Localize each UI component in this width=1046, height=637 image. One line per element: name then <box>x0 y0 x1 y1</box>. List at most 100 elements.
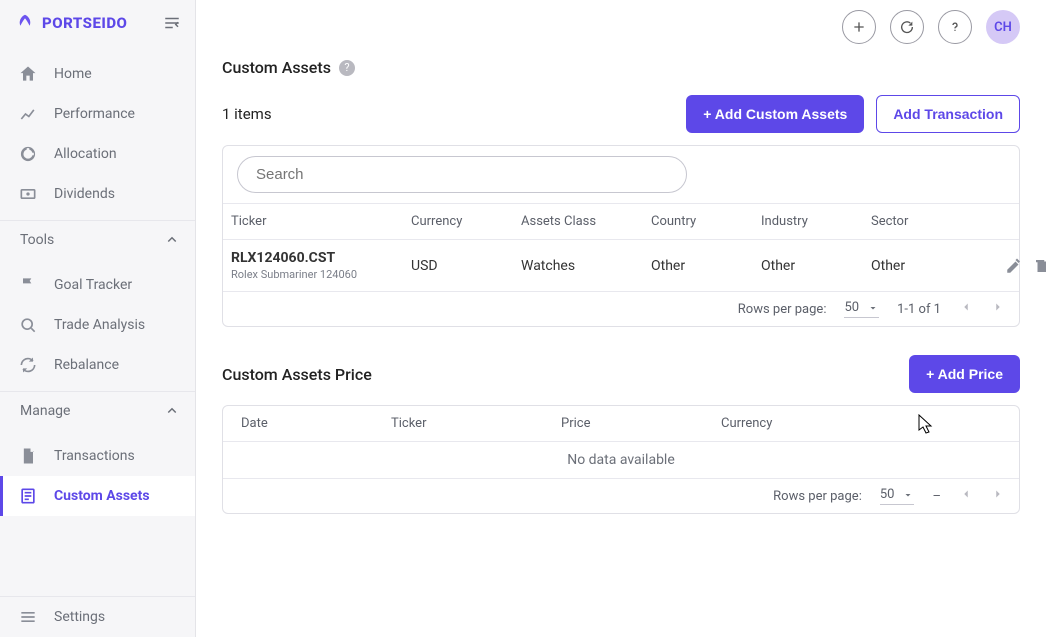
section-label: Tools <box>20 232 54 248</box>
brand-text: PORTSEIDO <box>42 14 127 32</box>
sidebar-item-allocation[interactable]: Allocation <box>0 134 195 174</box>
items-count: 1 items <box>222 105 272 123</box>
pager-next[interactable] <box>991 487 1005 505</box>
actions-row: 1 items + Add Custom Assets Add Transact… <box>222 95 1020 133</box>
chevron-down-icon <box>902 489 914 501</box>
pager-per-page[interactable]: 50 <box>880 487 915 505</box>
logo-icon <box>14 12 36 34</box>
cycle-icon <box>18 355 38 375</box>
help-icon <box>947 19 963 35</box>
row-class: Watches <box>521 258 651 274</box>
page-title-row: Custom Assets ? <box>222 58 1020 77</box>
col-currency: Currency <box>411 214 521 229</box>
sidebar-item-label: Transactions <box>54 448 135 464</box>
pager-label: Rows per page: <box>738 302 827 317</box>
sidebar-item-label: Dividends <box>54 186 115 202</box>
help-button[interactable] <box>938 10 972 44</box>
pager-next[interactable] <box>991 300 1005 318</box>
sidebar-item-label: Home <box>54 66 92 82</box>
add-button[interactable] <box>842 10 876 44</box>
col-sector: Sector <box>871 214 991 229</box>
menu-icon <box>18 607 38 627</box>
refresh-button[interactable] <box>890 10 924 44</box>
sidebar-item-transactions[interactable]: Transactions <box>0 436 195 476</box>
prices-pager: Rows per page: 50 – <box>223 479 1019 513</box>
chevron-down-icon <box>867 302 879 314</box>
sidebar-item-label: Trade Analysis <box>54 317 145 333</box>
sidebar-item-custom-assets[interactable]: Custom Assets <box>0 476 195 516</box>
row-sector: Other <box>871 258 991 274</box>
row-country: Other <box>651 258 761 274</box>
prices-header-row: Custom Assets Price + Add Price <box>222 355 1020 393</box>
main: CH Custom Assets ? 1 items + Add Custom … <box>196 0 1046 637</box>
row-ticker: RLX124060.CST <box>231 250 411 266</box>
logo[interactable]: PORTSEIDO <box>14 12 127 34</box>
row-industry: Other <box>761 258 871 274</box>
prices-title: Custom Assets Price <box>222 365 372 384</box>
chevron-up-icon <box>163 402 181 420</box>
sidebar-item-label: Goal Tracker <box>54 277 132 293</box>
col-ticker2: Ticker <box>391 416 561 431</box>
nav-manage: Transactions Custom Assets <box>0 430 195 522</box>
pager-prev[interactable] <box>959 300 973 318</box>
col-price: Price <box>561 416 721 431</box>
sidebar-item-rebalance[interactable]: Rebalance <box>0 345 195 385</box>
col-country: Country <box>651 214 761 229</box>
section-label: Manage <box>20 403 70 419</box>
nav-main: Home Performance Allocation Dividends <box>0 48 195 220</box>
col-currency2: Currency <box>721 416 971 431</box>
col-date: Date <box>241 416 391 431</box>
sidebar-item-label: Custom Assets <box>54 488 150 504</box>
sidebar-item-dividends[interactable]: Dividends <box>0 174 195 214</box>
sidebar-item-label: Settings <box>54 609 105 625</box>
table-row: RLX124060.CST Rolex Submariner 124060 US… <box>223 240 1019 292</box>
sidebar-item-label: Allocation <box>54 146 117 162</box>
sidebar-item-performance[interactable]: Performance <box>0 94 195 134</box>
assets-card: Ticker Currency Assets Class Country Ind… <box>222 145 1020 327</box>
page-title: Custom Assets <box>222 58 331 77</box>
add-transaction-button[interactable]: Add Transaction <box>876 95 1020 133</box>
doc-icon <box>18 446 38 466</box>
section-tools[interactable]: Tools <box>0 220 195 259</box>
donut-icon <box>18 144 38 164</box>
sidebar-item-goal-tracker[interactable]: Goal Tracker <box>0 265 195 305</box>
edit-icon[interactable] <box>1005 257 1023 275</box>
nav-tools: Goal Tracker Trade Analysis Rebalance <box>0 259 195 391</box>
pager-per-page[interactable]: 50 <box>844 300 879 318</box>
chart-icon <box>18 104 38 124</box>
row-sub: Rolex Submariner 124060 <box>231 268 411 281</box>
menu-toggle-icon[interactable] <box>163 14 181 32</box>
prices-card: Date Ticker Price Currency No data avail… <box>222 405 1020 514</box>
col-ticker: Ticker <box>231 214 411 229</box>
sidebar-item-label: Rebalance <box>54 357 119 373</box>
section-manage[interactable]: Manage <box>0 391 195 430</box>
add-custom-assets-button[interactable]: + Add Custom Assets <box>686 95 864 133</box>
pager-range: – <box>932 489 941 504</box>
col-industry: Industry <box>761 214 871 229</box>
add-price-button[interactable]: + Add Price <box>909 355 1020 393</box>
sidebar-header: PORTSEIDO <box>0 0 195 48</box>
delete-icon[interactable] <box>1033 257 1046 275</box>
avatar[interactable]: CH <box>986 10 1020 44</box>
search-input[interactable] <box>237 156 687 193</box>
sidebar-item-label: Performance <box>54 106 135 122</box>
pager-prev[interactable] <box>959 487 973 505</box>
home-icon <box>18 64 38 84</box>
prices-empty: No data available <box>223 442 1019 479</box>
col-class: Assets Class <box>521 214 651 229</box>
assets-table-header: Ticker Currency Assets Class Country Ind… <box>223 203 1019 240</box>
sidebar-item-home[interactable]: Home <box>0 54 195 94</box>
page-help-icon[interactable]: ? <box>339 60 355 76</box>
sidebar: PORTSEIDO Home Performance Allocation Di… <box>0 0 196 637</box>
row-currency: USD <box>411 258 521 274</box>
pager-range: 1-1 of 1 <box>897 302 941 317</box>
assets-pager: Rows per page: 50 1-1 of 1 <box>223 292 1019 326</box>
sidebar-item-settings[interactable]: Settings <box>0 597 195 637</box>
plus-icon <box>851 19 867 35</box>
sidebar-item-trade-analysis[interactable]: Trade Analysis <box>0 305 195 345</box>
money-icon <box>18 184 38 204</box>
flag-icon <box>18 275 38 295</box>
pager-label: Rows per page: <box>773 489 862 504</box>
chevron-up-icon <box>163 231 181 249</box>
refresh-icon <box>899 19 915 35</box>
